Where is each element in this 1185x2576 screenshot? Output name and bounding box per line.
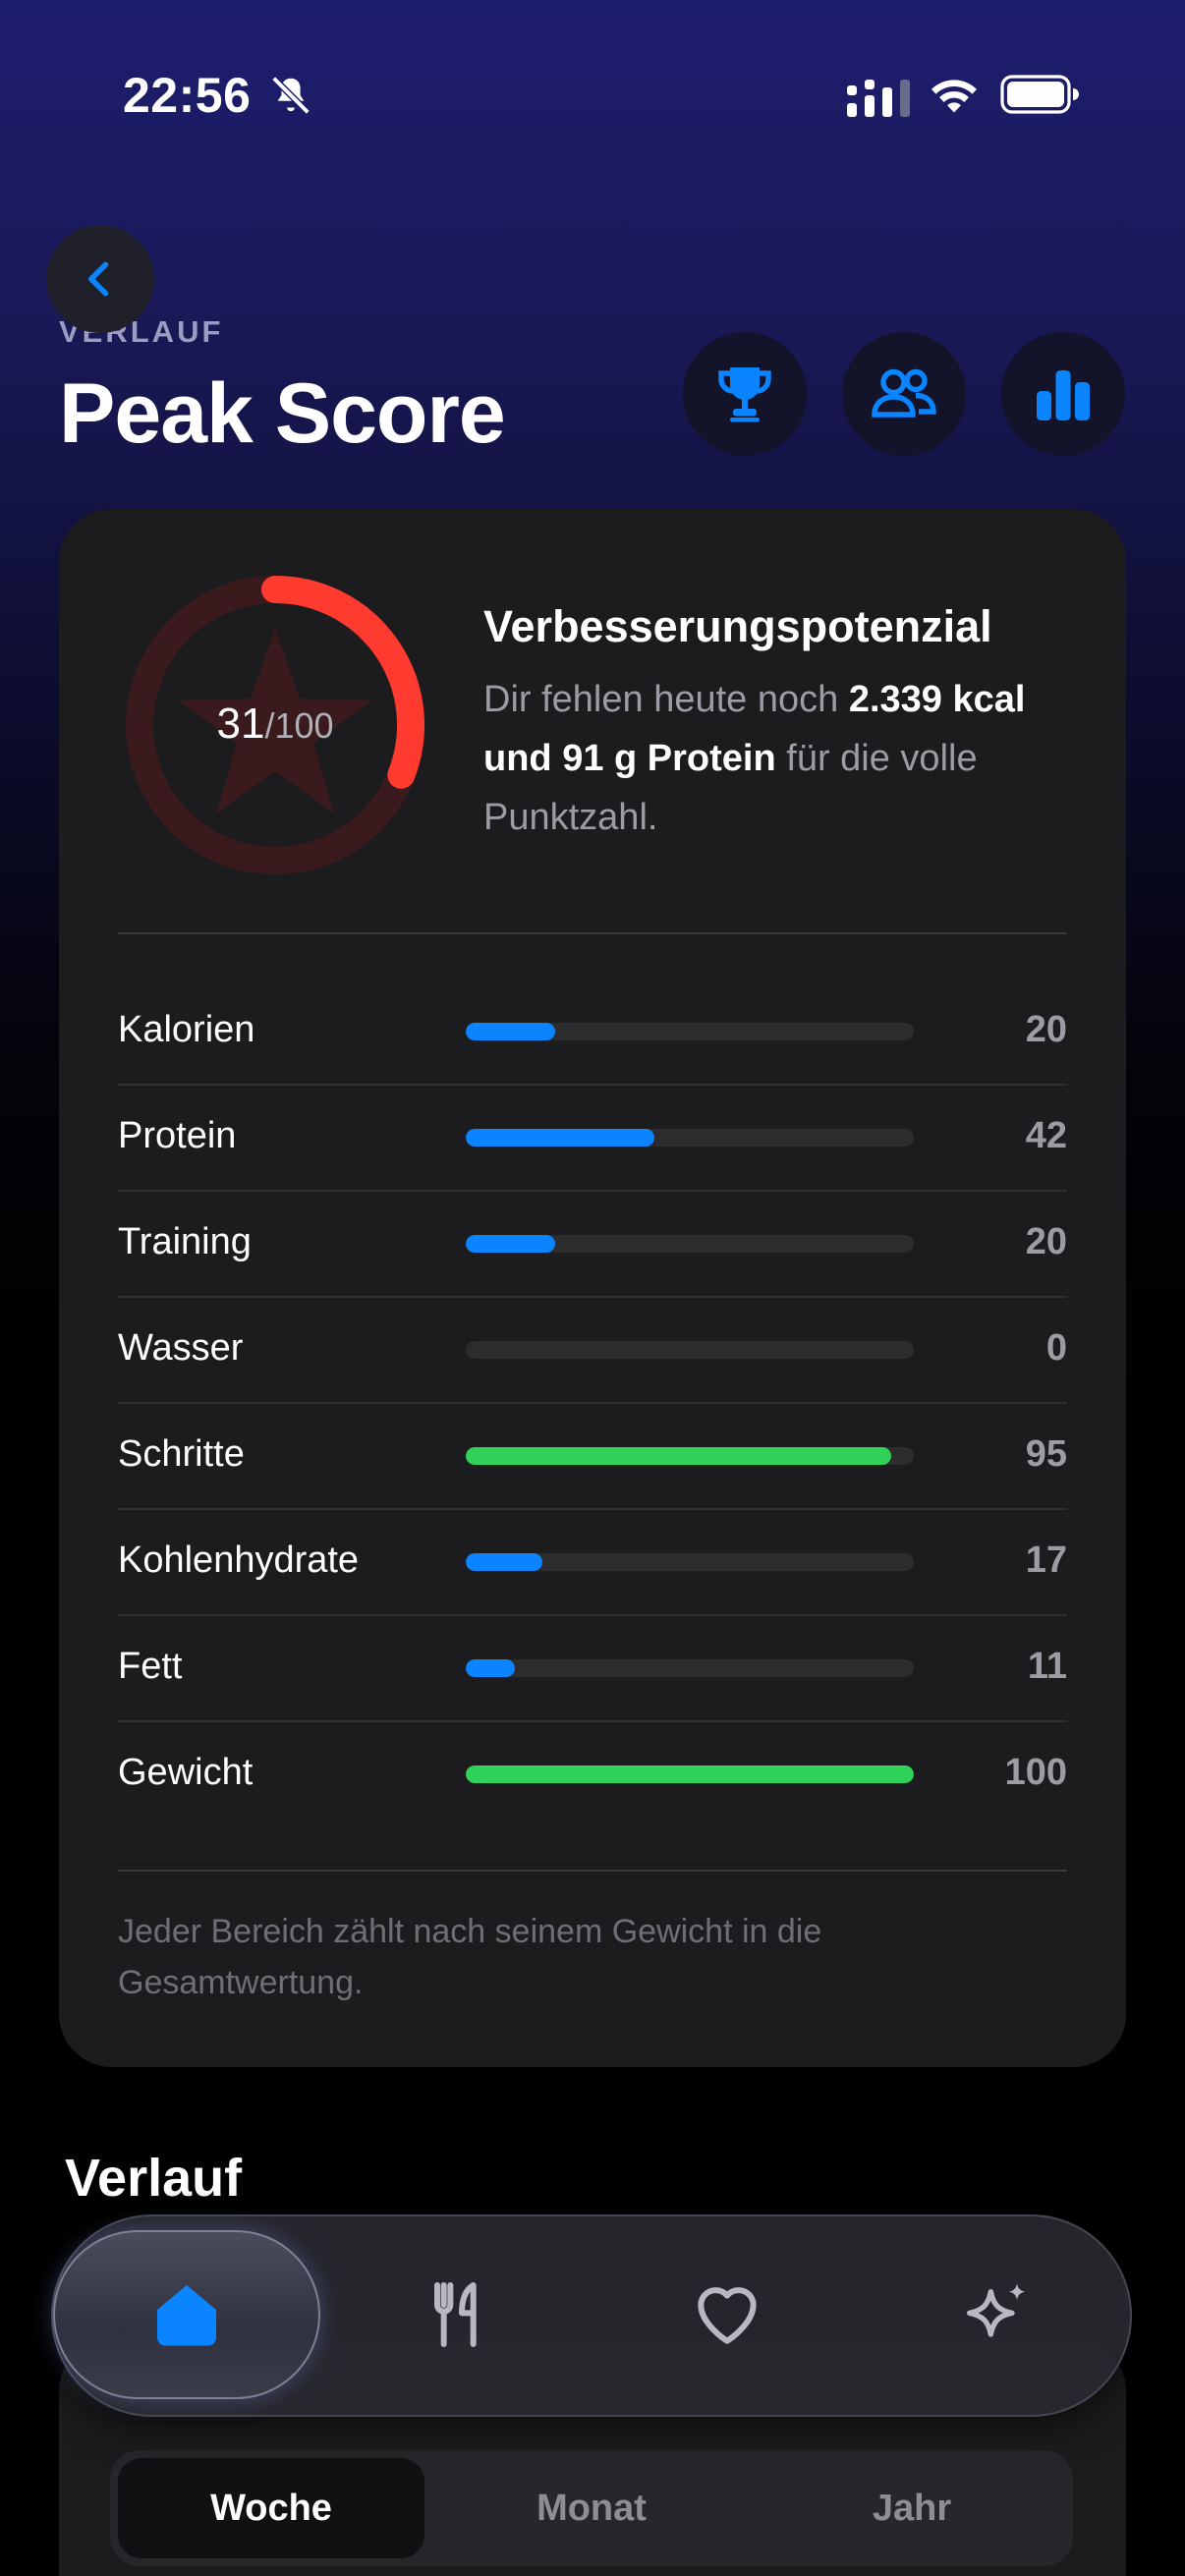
metric-progress-bar bbox=[466, 1765, 914, 1783]
metric-progress-fill bbox=[466, 1129, 654, 1147]
metric-progress-fill bbox=[466, 1659, 516, 1677]
metric-label: Wasser bbox=[118, 1327, 244, 1369]
fork-knife-icon[interactable] bbox=[418, 2275, 496, 2354]
period-segmented-control: Woche Monat Jahr bbox=[110, 2450, 1073, 2566]
metric-row: Gewicht 100 bbox=[118, 1722, 1067, 1828]
metric-label: Fett bbox=[118, 1646, 183, 1687]
divider bbox=[118, 932, 1067, 934]
page-title: Peak Score bbox=[59, 366, 506, 461]
metric-progress-bar bbox=[466, 1659, 914, 1677]
heart-icon[interactable] bbox=[688, 2275, 766, 2354]
segment-month[interactable]: Monat bbox=[438, 2458, 745, 2558]
improvement-title: Verbesserungspotenzial bbox=[483, 601, 992, 651]
metric-row: Protein 42 bbox=[118, 1086, 1067, 1192]
metric-value: 17 bbox=[1025, 1540, 1067, 1581]
bar-chart-icon bbox=[1037, 370, 1090, 420]
metric-progress-bar bbox=[466, 1235, 914, 1253]
metric-row: Wasser 0 bbox=[118, 1298, 1067, 1404]
wifi-icon bbox=[931, 80, 977, 113]
metric-progress-fill bbox=[466, 1447, 892, 1465]
metric-row: Fett 11 bbox=[118, 1616, 1067, 1722]
chevron-left-icon bbox=[88, 261, 109, 297]
bell-muted-icon bbox=[271, 76, 310, 115]
battery-icon bbox=[1000, 75, 1079, 114]
metric-progress-bar bbox=[466, 1023, 914, 1040]
trophy-icon bbox=[718, 367, 771, 422]
metric-value: 20 bbox=[1025, 1221, 1067, 1262]
segment-year[interactable]: Jahr bbox=[759, 2458, 1065, 2558]
metric-row: Schritte 95 bbox=[118, 1404, 1067, 1510]
metric-label: Kalorien bbox=[118, 1009, 255, 1050]
friends-button[interactable] bbox=[842, 332, 966, 456]
metric-progress-fill bbox=[466, 1765, 914, 1783]
metric-value: 0 bbox=[1045, 1327, 1067, 1369]
metric-progress-bar bbox=[466, 1553, 914, 1571]
divider bbox=[118, 1870, 1067, 1872]
metric-label: Gewicht bbox=[118, 1752, 254, 1793]
metric-progress-bar bbox=[466, 1129, 914, 1147]
status-time: 22:56 bbox=[123, 68, 252, 123]
metric-progress-bar bbox=[466, 1447, 914, 1465]
metric-progress-bar bbox=[466, 1341, 914, 1359]
home-icon bbox=[157, 2285, 216, 2346]
metric-progress-fill bbox=[466, 1553, 542, 1571]
metric-value: 20 bbox=[1025, 1009, 1067, 1050]
metric-row: Kalorien 20 bbox=[118, 980, 1067, 1086]
segment-week[interactable]: Woche bbox=[118, 2458, 424, 2558]
metric-value: 100 bbox=[1004, 1752, 1067, 1793]
back-button[interactable] bbox=[46, 225, 154, 333]
screen: 22:56 VERLAUF Peak Score 31/100 Verbesse… bbox=[0, 0, 1185, 2576]
stats-button[interactable] bbox=[1001, 332, 1125, 456]
trophy-button[interactable] bbox=[683, 332, 807, 456]
improvement-text: Dir fehlen heute noch 2.339 kcal und 91 … bbox=[483, 670, 1073, 847]
signal-icon bbox=[847, 80, 910, 117]
section-title: Verlauf bbox=[65, 2149, 243, 2208]
people-icon bbox=[872, 368, 936, 418]
metric-progress-fill bbox=[466, 1023, 556, 1040]
score-number: 31 bbox=[216, 700, 265, 748]
metric-value: 42 bbox=[1025, 1115, 1067, 1156]
metric-label: Schritte bbox=[118, 1433, 245, 1475]
metric-value: 95 bbox=[1025, 1433, 1067, 1475]
metric-progress-fill bbox=[466, 1235, 556, 1253]
metric-label: Kohlenhydrate bbox=[118, 1540, 360, 1581]
score-value: 31/100 bbox=[118, 700, 432, 749]
metric-label: Protein bbox=[118, 1115, 237, 1156]
weighting-note: Jeder Bereich zählt nach seinem Gewicht … bbox=[118, 1913, 822, 2001]
metric-row: Training 20 bbox=[118, 1192, 1067, 1298]
sparkles-icon[interactable] bbox=[958, 2275, 1037, 2354]
score-max: /100 bbox=[264, 705, 334, 746]
metric-value: 11 bbox=[1027, 1646, 1067, 1687]
metric-row: Kohlenhydrate 17 bbox=[118, 1510, 1067, 1616]
metric-label: Training bbox=[118, 1221, 252, 1262]
improvement-text-part: Dir fehlen heute noch bbox=[483, 679, 849, 720]
